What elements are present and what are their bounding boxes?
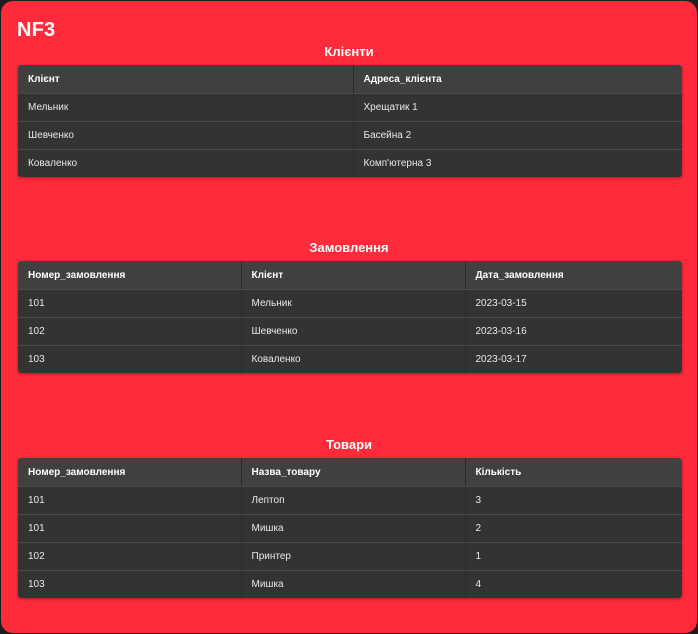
column-header[interactable]: Назва_товару [241, 458, 466, 487]
app-window: NF3 Клієнти Клієнт Адреса_клієнта Мельни… [0, 0, 698, 634]
table-row[interactable]: Мельник Хрещатик 1 [18, 93, 682, 122]
table-cell: 1 [465, 542, 682, 571]
table-cell: Шевченко [18, 121, 354, 150]
table-cell: 101 [18, 514, 242, 543]
column-header[interactable]: Клієнт [241, 261, 466, 290]
table-cell: 4 [465, 570, 682, 598]
table-cell: 103 [18, 570, 242, 598]
table-cell: Мишка [241, 570, 466, 598]
column-header[interactable]: Номер_замовлення [18, 261, 242, 290]
table-cell: 103 [18, 345, 242, 373]
table-cell: Хрещатик 1 [353, 93, 682, 122]
table-cell: 3 [465, 486, 682, 515]
table-header-row: Номер_замовлення Клієнт Дата_замовлення [18, 261, 682, 290]
clients-table: Клієнт Адреса_клієнта Мельник Хрещатик 1… [18, 65, 682, 177]
column-header[interactable]: Адреса_клієнта [353, 65, 682, 94]
table-cell: 2 [465, 514, 682, 543]
column-header[interactable]: Номер_замовлення [18, 458, 242, 487]
orders-table: Номер_замовлення Клієнт Дата_замовлення … [18, 261, 682, 373]
table-cell: 101 [18, 486, 242, 515]
main-panel: NF3 Клієнти Клієнт Адреса_клієнта Мельни… [1, 1, 697, 633]
table-row[interactable]: 102 Шевченко 2023-03-16 [18, 317, 682, 346]
clients-section-title: Клієнти [324, 44, 374, 59]
table-row[interactable]: 102 Принтер 1 [18, 542, 682, 571]
table-cell: Басейна 2 [353, 121, 682, 150]
table-cell: 101 [18, 289, 242, 318]
table-cell: 2023-03-15 [465, 289, 682, 318]
products-section-title: Товари [325, 437, 373, 452]
table-cell: 2023-03-17 [465, 345, 682, 373]
table-cell: Лептоп [241, 486, 466, 515]
products-table: Номер_замовлення Назва_товару Кількість … [18, 458, 682, 598]
column-header[interactable]: Кількість [465, 458, 682, 487]
table-cell: 102 [18, 317, 242, 346]
table-row[interactable]: Коваленко Комп'ютерна 3 [18, 149, 682, 177]
table-row[interactable]: 101 Мельник 2023-03-15 [18, 289, 682, 318]
table-cell: Мельник [18, 93, 354, 122]
table-row[interactable]: 103 Коваленко 2023-03-17 [18, 345, 682, 373]
table-cell: Принтер [241, 542, 466, 571]
table-cell: Мишка [241, 514, 466, 543]
table-cell: Коваленко [241, 345, 466, 373]
column-header[interactable]: Дата_замовлення [465, 261, 682, 290]
table-header-row: Номер_замовлення Назва_товару Кількість [18, 458, 682, 487]
app-title: NF3 [17, 19, 56, 41]
table-cell: Комп'ютерна 3 [353, 149, 682, 177]
table-cell: 2023-03-16 [465, 317, 682, 346]
orders-section-title: Замовлення [309, 240, 389, 255]
table-cell: 102 [18, 542, 242, 571]
table-cell: Мельник [241, 289, 466, 318]
table-row[interactable]: 101 Мишка 2 [18, 514, 682, 543]
table-row[interactable]: 103 Мишка 4 [18, 570, 682, 598]
table-header-row: Клієнт Адреса_клієнта [18, 65, 682, 94]
table-cell: Шевченко [241, 317, 466, 346]
table-cell: Коваленко [18, 149, 354, 177]
table-row[interactable]: Шевченко Басейна 2 [18, 121, 682, 150]
column-header[interactable]: Клієнт [18, 65, 354, 94]
table-row[interactable]: 101 Лептоп 3 [18, 486, 682, 515]
